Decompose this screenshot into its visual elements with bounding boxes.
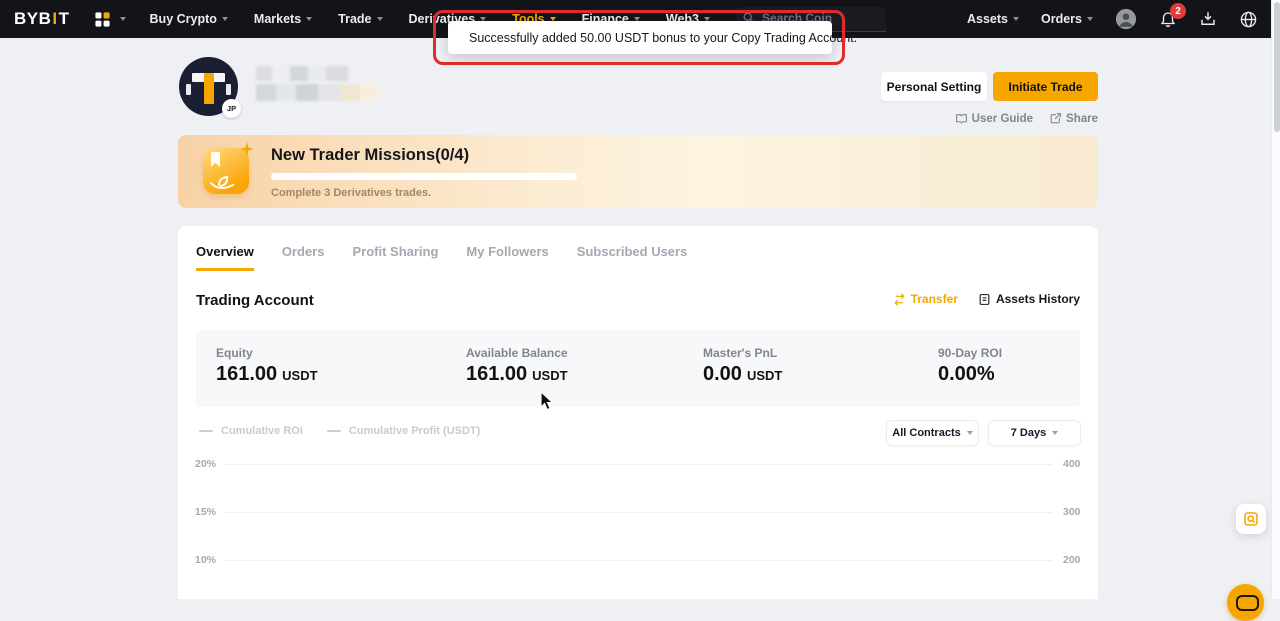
chevron-down-icon [1052,431,1058,435]
gridline [225,560,1053,561]
share-link[interactable]: Share [1049,112,1098,125]
nav-item-assets[interactable]: Assets [967,0,1019,38]
chevron-down-icon [120,17,126,21]
toast-message: Successfully added 50.00 USDT bonus to y… [469,31,857,45]
account-actions: Transfer Assets History [893,292,1080,306]
overview-card: Overview Orders Profit Sharing My Follow… [178,226,1098,599]
initiate-trade-button[interactable]: Initiate Trade [993,72,1098,101]
assets-history-button[interactable]: Assets History [978,292,1080,306]
y-axis-tick-right: 300 [1063,506,1081,518]
document-icon [978,293,991,306]
missions-progress-bar [271,173,577,180]
account-stats-panel: Equity 161.00USDT Available Balance 161.… [196,330,1080,407]
period-filter-dropdown[interactable]: 7 Days [988,420,1081,446]
apps-grid-icon[interactable] [94,11,126,28]
region-badge: JP [222,99,241,118]
trading-account-heading: Trading Account [196,292,314,309]
transfer-icon [893,293,906,306]
trader-avatar[interactable]: JP [179,57,238,116]
person-icon [1115,8,1137,30]
floating-search-widget[interactable] [1236,504,1266,534]
nav-item-orders[interactable]: Orders [1041,0,1093,38]
blurred-username [256,66,348,81]
tab-overview[interactable]: Overview [196,244,254,271]
chevron-down-icon [1087,17,1093,21]
support-chat-button[interactable] [1227,584,1264,621]
tab-profit-sharing[interactable]: Profit Sharing [352,244,438,271]
y-axis-tick-left: 15% [195,506,216,518]
avatar-logo-mark [186,84,191,95]
gridline [225,512,1053,513]
download-icon [1199,10,1217,28]
nav-item-buy-crypto[interactable]: Buy Crypto [150,0,228,38]
y-axis-tick-right: 400 [1063,458,1081,470]
share-icon [1049,112,1062,125]
missions-gift-icon [200,145,252,197]
new-trader-missions-banner: New Trader Missions(0/4) Complete 3 Deri… [178,135,1098,208]
language-button[interactable] [1239,10,1258,29]
notification-badge: 2 [1170,3,1186,19]
avatar-logo-mark [226,84,231,95]
gridline [225,464,1053,465]
tab-orders[interactable]: Orders [282,244,325,271]
bybit-logo[interactable]: BYBIT [14,9,70,29]
y-axis-tick-right: 200 [1063,554,1081,566]
missions-subtitle: Complete 3 Derivatives trades. [271,187,431,199]
y-axis-tick-left: 20% [195,458,216,470]
search-document-icon [1243,511,1259,527]
tab-my-followers[interactable]: My Followers [466,244,548,271]
logo-text-end: T [59,9,70,29]
nav-right-cluster: Assets Orders 2 [967,0,1258,38]
logo-text: BYB [14,9,51,29]
user-guide-link[interactable]: User Guide [955,112,1033,125]
legend-cumulative-profit: Cumulative Profit (USDT) [327,425,480,437]
globe-icon [1239,10,1258,29]
blurred-username-sub [256,84,379,101]
grid-squares-icon [94,11,111,28]
account-avatar-icon[interactable] [1115,8,1137,30]
personal-setting-button[interactable]: Personal Setting [881,72,987,101]
success-toast: Successfully added 50.00 USDT bonus to y… [448,21,832,54]
contracts-filter-dropdown[interactable]: All Contracts [886,420,979,446]
chevron-down-icon [1013,17,1019,21]
sparkle-icon [240,142,254,156]
page-scrollbar[interactable] [1271,0,1280,599]
chevron-down-icon [222,17,228,21]
chevron-down-icon [377,17,383,21]
logo-accent: I [52,9,57,29]
legend-dash-icon [327,430,341,432]
chevron-down-icon [967,431,973,435]
notifications-button[interactable]: 2 [1159,10,1177,28]
y-axis-tick-left: 10% [195,554,216,566]
header-links: User Guide Share [978,112,1098,125]
book-icon [955,112,968,125]
avatar-logo-stem [204,73,214,104]
tab-bar: Overview Orders Profit Sharing My Follow… [196,244,687,271]
scrollbar-thumb[interactable] [1274,2,1280,132]
leaf-icon [209,175,243,191]
download-app-button[interactable] [1199,10,1217,28]
chevron-down-icon [306,17,312,21]
transfer-button[interactable]: Transfer [893,292,958,306]
nav-item-markets[interactable]: Markets [254,0,312,38]
nav-item-trade[interactable]: Trade [338,0,382,38]
legend-cumulative-roi: Cumulative ROI [199,425,303,437]
legend-dash-icon [199,430,213,432]
chart-legend: Cumulative ROI Cumulative Profit (USDT) [199,425,480,437]
missions-title: New Trader Missions(0/4) [271,146,469,165]
tab-subscribed-users[interactable]: Subscribed Users [577,244,688,271]
